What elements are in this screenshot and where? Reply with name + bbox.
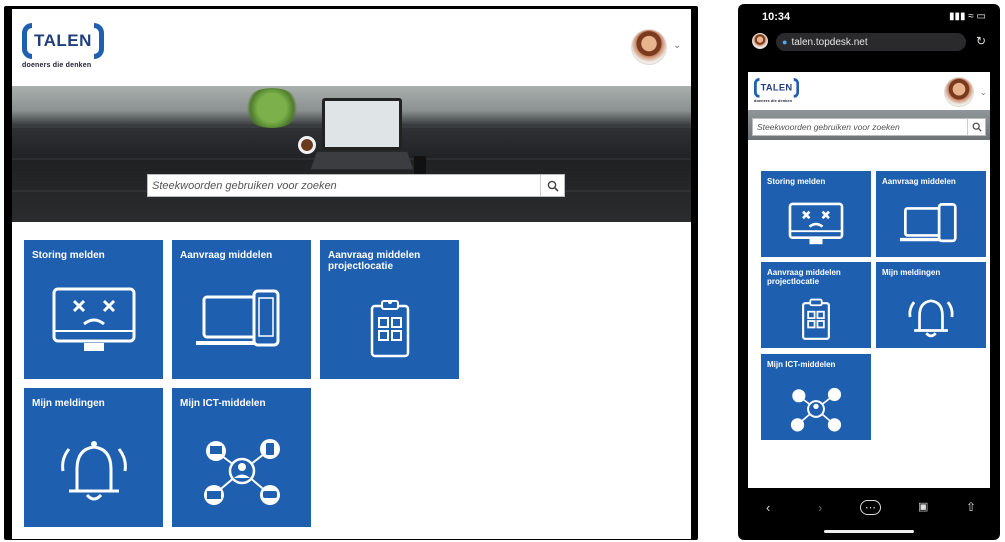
tile-label: Mijn meldingen xyxy=(32,398,105,409)
tile-label: Aanvraag middelen xyxy=(882,177,956,186)
status-bar: 10:34 ▮▮▮ ≈ ▭ xyxy=(738,4,1000,30)
desktop-window: TALEN doeners die denken ⌄ Steekwoorden … xyxy=(4,6,698,540)
hero-banner xyxy=(12,86,691,222)
monitor-error-icon xyxy=(52,287,135,351)
site-header: TALEN doeners die denken ⌄ xyxy=(12,9,691,86)
phone-device: 10:34 ▮▮▮ ≈ ▭ ● talen.topdesk.net ↻ TALE… xyxy=(738,4,1000,540)
tile-mijn-ict-middelen[interactable]: Mijn ICT-middelen xyxy=(761,354,871,440)
more-icon[interactable]: ⋯ xyxy=(860,500,881,515)
status-time: 10:34 xyxy=(762,11,791,23)
url-text: talen.topdesk.net xyxy=(791,36,868,48)
alarm-bell-icon xyxy=(908,299,954,338)
tile-storing-melden[interactable]: Storing melden xyxy=(24,240,163,379)
share-icon[interactable]: ⇧ xyxy=(966,500,976,514)
browser-address-bar: ● talen.topdesk.net ↻ xyxy=(746,30,992,54)
tabs-icon[interactable]: ▣ xyxy=(918,500,928,513)
tile-label: Mijn meldingen xyxy=(882,268,941,277)
chevron-down-icon[interactable]: ⌄ xyxy=(673,40,681,51)
search-bar xyxy=(147,174,565,197)
talen-logo[interactable]: TALEN doeners die denken xyxy=(754,78,800,104)
search-bar xyxy=(752,118,986,136)
site-icon: ● xyxy=(782,37,788,47)
clipboard-icon xyxy=(370,300,409,358)
logo-wordmark: TALEN xyxy=(760,82,793,93)
tile-label: Storing melden xyxy=(32,250,105,261)
tile-mijn-ict-middelen[interactable]: Mijn ICT-middelen xyxy=(172,388,311,527)
search-icon xyxy=(972,122,982,132)
user-network-icon xyxy=(790,387,842,432)
search-input[interactable] xyxy=(148,175,540,196)
logo-wordmark: TALEN xyxy=(34,31,92,50)
tile-aanvraag-middelen[interactable]: Aanvraag middelen xyxy=(172,240,311,379)
monitor-error-icon xyxy=(788,202,844,245)
browser-toolbar: ‹ › ⋯ ▣ ⇧ xyxy=(738,492,1000,540)
profile-avatar[interactable] xyxy=(752,33,768,49)
tile-label: Aanvraag middelen projectlocatie xyxy=(767,268,841,286)
search-input[interactable] xyxy=(753,119,967,135)
coffee-cup-image xyxy=(298,136,316,154)
clipboard-icon xyxy=(802,298,830,340)
composite-screenshot: TALEN doeners die denken ⌄ Steekwoorden … xyxy=(0,0,1005,542)
signal-wifi-battery-icon: ▮▮▮ ≈ ▭ xyxy=(948,11,986,22)
tile-storing-melden[interactable]: Storing melden xyxy=(761,171,871,257)
tile-label: Aanvraag middelen xyxy=(180,250,273,261)
tile-aanvraag-middelen-projectlocatie[interactable]: Aanvraag middelen projectlocatie xyxy=(320,240,459,379)
search-icon xyxy=(547,180,559,192)
laptop-tablet-icon xyxy=(195,289,279,347)
user-avatar[interactable] xyxy=(631,29,667,65)
tile-label: Storing melden xyxy=(767,177,826,186)
reload-icon[interactable]: ↻ xyxy=(976,34,986,48)
desktop-page: TALEN doeners die denken ⌄ Steekwoorden … xyxy=(12,9,691,539)
tile-label: Mijn ICT-middelen xyxy=(180,398,266,409)
tile-aanvraag-middelen-projectlocatie[interactable]: Aanvraag middelen projectlocatie xyxy=(761,262,871,348)
tile-aanvraag-middelen[interactable]: Aanvraag middelen xyxy=(876,171,986,257)
site-header: TALEN doeners die denken ⌄ xyxy=(748,72,990,110)
chevron-down-icon[interactable]: ⌄ xyxy=(980,88,987,97)
search-button[interactable] xyxy=(540,175,564,196)
logo-tagline: doeners die denken xyxy=(22,62,92,69)
home-indicator xyxy=(824,530,914,533)
alarm-bell-icon xyxy=(60,441,127,501)
user-avatar[interactable] xyxy=(944,77,974,107)
tile-label: Mijn ICT-middelen xyxy=(767,360,836,369)
url-field[interactable]: ● talen.topdesk.net xyxy=(776,33,966,51)
mobile-page: TALEN doeners die denken ⌄ Storing melde… xyxy=(748,72,990,488)
laptop-tablet-icon xyxy=(899,203,957,243)
tile-label: Aanvraag middelen projectlocatie xyxy=(328,250,421,272)
logo-tagline: doeners die denken xyxy=(754,99,793,104)
back-icon[interactable]: ‹ xyxy=(766,500,770,515)
tile-mijn-meldingen[interactable]: Mijn meldingen xyxy=(876,262,986,348)
laptop-image xyxy=(322,98,402,150)
search-button[interactable] xyxy=(967,119,985,135)
user-network-icon xyxy=(203,439,280,505)
talen-logo[interactable]: TALEN doeners die denken xyxy=(22,23,104,69)
forward-icon[interactable]: › xyxy=(818,500,822,515)
plant-image xyxy=(242,88,302,128)
tile-mijn-meldingen[interactable]: Mijn meldingen xyxy=(24,388,163,527)
